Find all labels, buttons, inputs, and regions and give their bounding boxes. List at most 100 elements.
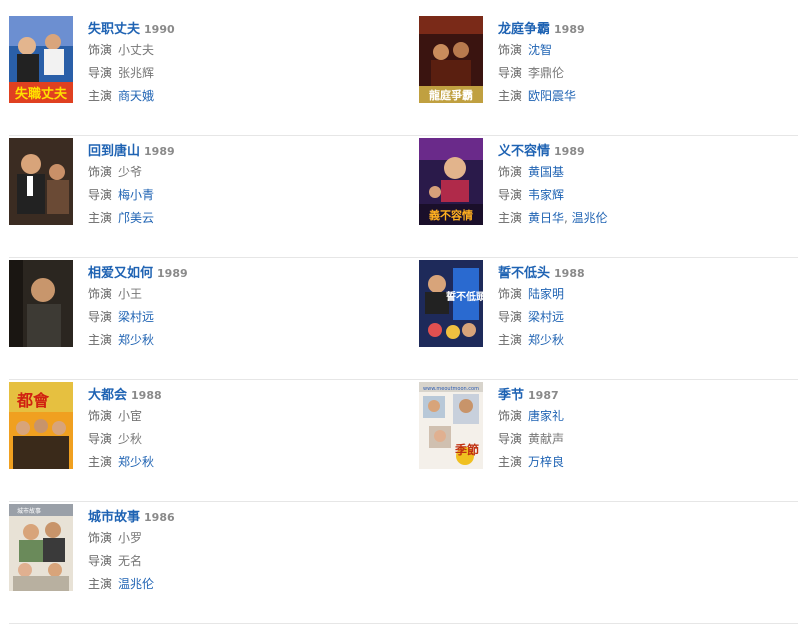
star-label: 主演: [88, 455, 113, 469]
role-label: 饰演: [498, 287, 523, 301]
film-title-link[interactable]: 誓不低头: [498, 266, 550, 281]
role-link[interactable]: 唐家礼: [528, 409, 564, 423]
film-year: 1989: [144, 145, 175, 158]
role-label: 饰演: [88, 287, 113, 301]
film-poster[interactable]: 都會: [9, 382, 73, 469]
film-title-link[interactable]: 义不容情: [498, 144, 550, 159]
director-label: 导演: [88, 188, 113, 202]
poster-title-text: 季節: [454, 442, 479, 457]
film-info: 失职丈夫 1990 饰演 小丈夫 导演 张兆辉 主演 商天娥: [88, 16, 388, 108]
film-year: 1989: [554, 23, 585, 36]
role-label: 饰演: [88, 43, 113, 57]
filmography-row: 城市故事 城市故事 1986 饰演 小罗 导演 无名 主演 温兆伦: [9, 502, 798, 624]
film-poster[interactable]: 義不容情: [419, 138, 483, 225]
film-poster[interactable]: 失職丈夫: [9, 16, 73, 103]
director-label: 导演: [498, 310, 523, 324]
film-info: 义不容情 1989 饰演 黄国基 导演 韦家辉 主演 黄日华, 温兆伦: [498, 138, 798, 230]
star-link[interactable]: 温兆伦: [118, 577, 154, 591]
star-link[interactable]: 万梓良: [528, 455, 564, 469]
film-poster[interactable]: 城市故事: [9, 504, 73, 591]
role-link[interactable]: 黄国基: [528, 165, 564, 179]
role-value: 小王: [118, 287, 143, 301]
film-poster[interactable]: 誓不低頭: [419, 260, 483, 347]
star-link[interactable]: 郑少秋: [528, 333, 564, 347]
film-year: 1989: [157, 267, 188, 280]
director-link[interactable]: 梁村远: [528, 310, 564, 324]
star-label: 主演: [498, 211, 523, 225]
star-separator: ,: [564, 211, 572, 225]
director-label: 导演: [88, 432, 113, 446]
filmography-row: 回到唐山 1989 饰演 少爷 导演 梅小青 主演 邝美云 義不容情 义不容情 …: [9, 136, 798, 258]
star-label: 主演: [88, 577, 113, 591]
star-link[interactable]: 邝美云: [118, 211, 154, 225]
film-info: 誓不低头 1988 饰演 陆家明 导演 梁村远 主演 郑少秋: [498, 260, 798, 352]
star-link[interactable]: 商天娥: [118, 89, 154, 103]
role-label: 饰演: [498, 409, 523, 423]
star-label: 主演: [498, 333, 523, 347]
star-link[interactable]: 温兆伦: [572, 211, 608, 225]
film-info: 龙庭争霸 1989 饰演 沈智 导演 李鼎伦 主演 欧阳震华: [498, 16, 798, 108]
poster-title-text: 龍庭爭霸: [429, 88, 473, 102]
director-label: 导演: [88, 554, 113, 568]
film-info: 季节 1987 饰演 唐家礼 导演 黄献声 主演 万梓良: [498, 382, 798, 474]
star-link[interactable]: 黄日华: [528, 211, 564, 225]
poster-title-text: 誓不低頭: [446, 290, 483, 303]
role-value: 小宦: [118, 409, 143, 423]
director-label: 导演: [498, 188, 523, 202]
star-label: 主演: [498, 89, 523, 103]
film-year: 1989: [554, 145, 585, 158]
poster-title-text: 義不容情: [429, 208, 473, 222]
film-info: 城市故事 1986 饰演 小罗 导演 无名 主演 温兆伦: [88, 504, 388, 596]
film-title-link[interactable]: 回到唐山: [88, 144, 140, 159]
star-link[interactable]: 郑少秋: [118, 333, 154, 347]
star-label: 主演: [498, 455, 523, 469]
film-year: 1987: [528, 389, 559, 402]
filmography-grid: 失職丈夫 失职丈夫 1990 饰演 小丈夫 导演 张兆辉 主演 商天娥 龍庭爭霸…: [9, 14, 798, 624]
star-label: 主演: [88, 333, 113, 347]
director-link[interactable]: 梅小青: [118, 188, 154, 202]
star-label: 主演: [88, 89, 113, 103]
film-info: 回到唐山 1989 饰演 少爷 导演 梅小青 主演 邝美云: [88, 138, 388, 230]
film-title-link[interactable]: 城市故事: [88, 510, 140, 525]
poster-title-text: 失職丈夫: [15, 86, 68, 102]
poster-url-text: www.meoutmoon.com: [423, 386, 479, 392]
role-label: 饰演: [88, 165, 113, 179]
film-poster[interactable]: www.meoutmoon.com 季節: [419, 382, 483, 469]
film-poster[interactable]: [9, 260, 73, 347]
filmography-row: 都會 大都会 1988 饰演 小宦 导演 少秋 主演 郑少秋 www.meout…: [9, 380, 798, 502]
filmography-row: 失職丈夫 失职丈夫 1990 饰演 小丈夫 导演 张兆辉 主演 商天娥 龍庭爭霸…: [9, 14, 798, 136]
poster-title-text: 城市故事: [17, 507, 41, 515]
role-value: 小丈夫: [118, 43, 155, 57]
filmography-row: 相爱又如何 1989 饰演 小王 导演 梁村远 主演 郑少秋 誓不低頭 誓不低头…: [9, 258, 798, 380]
film-year: 1988: [554, 267, 585, 280]
film-title-link[interactable]: 失职丈夫: [88, 22, 140, 37]
director-value: 张兆辉: [118, 66, 155, 80]
film-year: 1986: [144, 511, 175, 524]
director-value: 黄献声: [528, 432, 565, 446]
director-link[interactable]: 梁村远: [118, 310, 154, 324]
film-poster[interactable]: 龍庭爭霸: [419, 16, 483, 103]
role-link[interactable]: 陆家明: [528, 287, 564, 301]
director-value: 少秋: [118, 432, 143, 446]
role-label: 饰演: [88, 531, 113, 545]
director-link[interactable]: 韦家辉: [528, 188, 564, 202]
role-value: 少爷: [118, 165, 143, 179]
film-title-link[interactable]: 大都会: [88, 388, 127, 403]
director-label: 导演: [498, 432, 523, 446]
director-label: 导演: [498, 66, 523, 80]
role-link[interactable]: 沈智: [528, 43, 552, 57]
director-value: 无名: [118, 554, 143, 568]
film-year: 1990: [144, 23, 175, 36]
film-poster[interactable]: [9, 138, 73, 225]
star-link[interactable]: 郑少秋: [118, 455, 154, 469]
film-title-link[interactable]: 相爱又如何: [88, 266, 153, 281]
film-title-link[interactable]: 季节: [498, 388, 524, 403]
film-info: 相爱又如何 1989 饰演 小王 导演 梁村远 主演 郑少秋: [88, 260, 388, 352]
film-title-link[interactable]: 龙庭争霸: [498, 22, 550, 37]
film-year: 1988: [131, 389, 162, 402]
star-label: 主演: [88, 211, 113, 225]
role-label: 饰演: [88, 409, 113, 423]
director-label: 导演: [88, 66, 113, 80]
role-label: 饰演: [498, 165, 523, 179]
star-link[interactable]: 欧阳震华: [528, 89, 576, 103]
